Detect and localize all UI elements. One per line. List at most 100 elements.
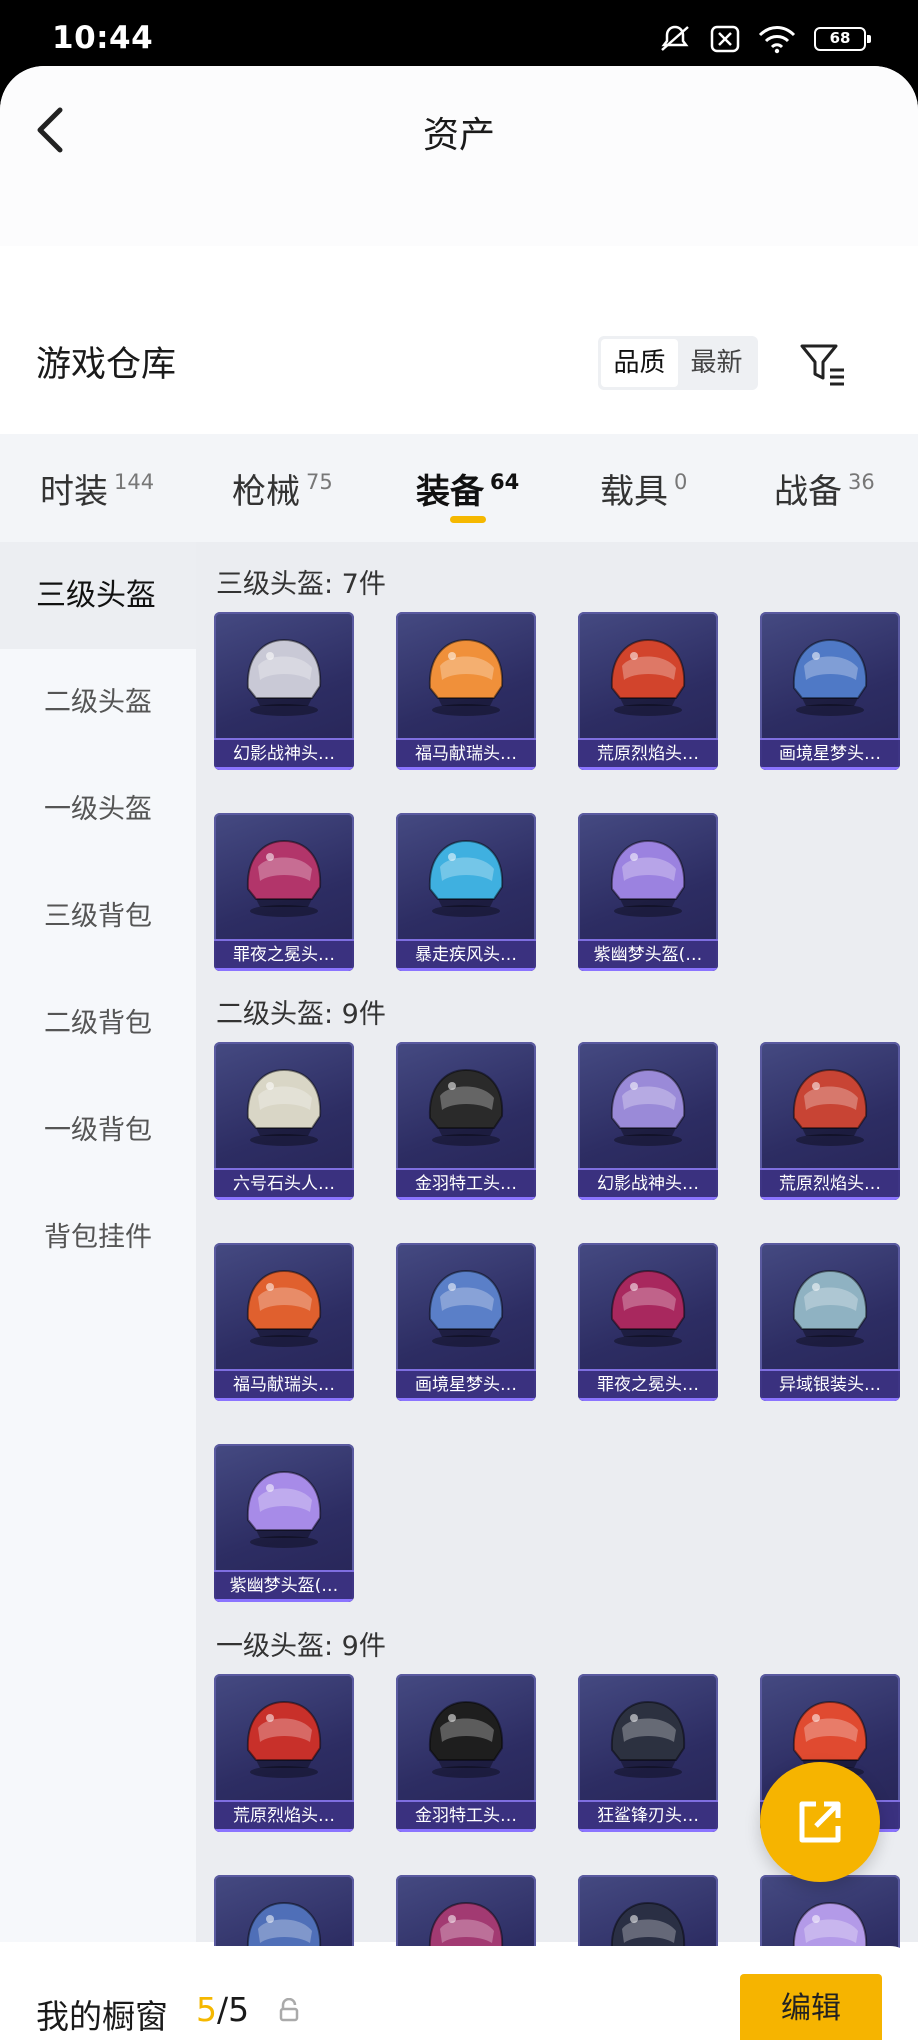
helmet-icon: [428, 1269, 504, 1347]
status-time: 10:44: [52, 20, 154, 56]
showcase-total: /5: [217, 1990, 250, 2029]
sort-newest-button[interactable]: 最新: [678, 339, 755, 387]
item-name: 荒原烈焰头…: [597, 744, 699, 764]
tab-label: 装备: [416, 472, 484, 512]
item-card[interactable]: 异域银装头…: [760, 1243, 900, 1401]
helmet-icon: [428, 1700, 504, 1778]
item-card[interactable]: 幻影战神头…: [578, 1042, 718, 1200]
item-name: 罪夜之冕头…: [597, 1375, 699, 1395]
section-title: 三级头盔: 7件: [216, 569, 386, 600]
item-card[interactable]: 罪夜之冕头…: [214, 813, 354, 971]
helmet-icon: [428, 1068, 504, 1146]
showcase-label: 我的橱窗: [36, 1997, 168, 2036]
helmet-icon: [246, 1269, 322, 1347]
tab-label: 战备: [774, 472, 842, 512]
showcase-count: 5/5: [196, 1990, 249, 2029]
item-card[interactable]: 金羽特工头…: [396, 1042, 536, 1200]
item-name: 画境星梦头…: [779, 744, 881, 764]
battery-level: 68: [829, 29, 851, 47]
item-card[interactable]: 金羽特工头…: [396, 1674, 536, 1832]
item-card[interactable]: 荒原烈焰头…: [578, 612, 718, 770]
tab-equipment[interactable]: 装备 64: [416, 464, 519, 513]
section-title: 二级头盔: 9件: [216, 999, 386, 1030]
row-spacer: [214, 1401, 900, 1444]
lock-icon: [279, 1998, 299, 2022]
item-content: 三级头盔: 7件 幻影战神头… 福马献瑞头… 荒原烈焰头… 画境星梦头… 罪夜之冕头… 暴…: [196, 542, 918, 2033]
helmet-icon: [246, 638, 322, 716]
helmet-icon: [792, 1068, 868, 1146]
sidebar-item-level3-backpack[interactable]: 三级背包: [0, 863, 196, 970]
showcase-used: 5: [196, 1990, 217, 2029]
tab-count: 36: [848, 470, 875, 494]
item-card[interactable]: 福马献瑞头…: [396, 612, 536, 770]
helmet-icon: [428, 638, 504, 716]
item-card[interactable]: 荒原烈焰头…: [760, 1042, 900, 1200]
tab-label: 枪械: [232, 472, 300, 512]
item-card[interactable]: 福马献瑞头…: [214, 1243, 354, 1401]
tab-label: 时装: [40, 472, 108, 512]
item-card[interactable]: 紫幽梦头盔(…: [214, 1444, 354, 1602]
sidebar-item-level1-backpack[interactable]: 一级背包: [0, 1077, 196, 1184]
helmet-icon: [610, 839, 686, 917]
item-card[interactable]: 幻影战神头…: [214, 612, 354, 770]
item-grid: 六号石头人… 金羽特工头… 幻影战神头… 荒原烈焰头… 福马献瑞头… 画境星梦头… 罪夜之冕…: [214, 1042, 900, 1602]
item-card[interactable]: 狂鲨锋刃头…: [578, 1674, 718, 1832]
item-name: 狂鲨锋刃头…: [597, 1806, 699, 1826]
sidebar-item-level2-backpack[interactable]: 二级背包: [0, 970, 196, 1077]
item-grid: 幻影战神头… 福马献瑞头… 荒原烈焰头… 画境星梦头… 罪夜之冕头… 暴走疾风头… 紫幽梦头…: [214, 612, 900, 971]
sidebar: 三级头盔 二级头盔 一级头盔 三级背包 二级背包 一级背包 背包挂件: [0, 542, 196, 1942]
app-screen: 资产 游戏仓库 品质 最新 时装 144 枪械 75 装备 64 载具 0 战备 36 三…: [0, 66, 918, 2040]
sidebar-item-level3-helmet[interactable]: 三级头盔: [0, 542, 196, 649]
edit-button[interactable]: 编辑: [740, 1974, 882, 2040]
item-name: 暴走疾风头…: [415, 945, 517, 965]
item-name: 罪夜之冕头…: [233, 945, 335, 965]
tab-count: 0: [674, 470, 688, 494]
helmet-icon: [792, 638, 868, 716]
warehouse-title: 游戏仓库: [36, 345, 177, 385]
showcase-footer: 我的橱窗 5/5 编辑: [0, 1946, 918, 2040]
item-name: 福马献瑞头…: [233, 1375, 335, 1395]
share-icon: [799, 1801, 841, 1843]
item-name: 荒原烈焰头…: [233, 1806, 335, 1826]
tab-firearms[interactable]: 枪械 75: [232, 464, 333, 513]
helmet-icon: [246, 1068, 322, 1146]
active-tab-indicator: [450, 516, 486, 523]
item-card[interactable]: 荒原烈焰头…: [214, 1674, 354, 1832]
status-icons: 68: [658, 24, 871, 54]
sort-quality-button[interactable]: 品质: [601, 339, 678, 387]
helmet-icon: [610, 638, 686, 716]
item-card[interactable]: 紫幽梦头盔(…: [578, 813, 718, 971]
item-card[interactable]: 六号石头人…: [214, 1042, 354, 1200]
sidebar-item-level1-helmet[interactable]: 一级头盔: [0, 756, 196, 863]
helmet-icon: [246, 1700, 322, 1778]
status-bar: 10:44 68: [0, 0, 918, 70]
item-card[interactable]: 画境星梦头…: [760, 612, 900, 770]
page-title: 资产: [422, 115, 495, 156]
sidebar-item-backpack-pendant[interactable]: 背包挂件: [0, 1184, 196, 1291]
item-name: 金羽特工头…: [415, 1806, 517, 1826]
item-name: 异域银装头…: [779, 1375, 881, 1395]
item-name: 六号石头人…: [233, 1174, 335, 1194]
item-card[interactable]: 罪夜之冕头…: [578, 1243, 718, 1401]
item-name: 福马献瑞头…: [415, 744, 517, 764]
tab-vehicles[interactable]: 载具 0: [600, 464, 687, 513]
helmet-icon: [246, 1470, 322, 1548]
filter-icon[interactable]: [798, 340, 848, 390]
warehouse-row: 游戏仓库 品质 最新: [0, 316, 918, 434]
helmet-icon: [246, 839, 322, 917]
wifi-icon: [758, 26, 796, 54]
item-name: 紫幽梦头盔(…: [229, 1576, 339, 1596]
sidebar-item-level2-helmet[interactable]: 二级头盔: [0, 649, 196, 756]
category-tabs: 时装 144 枪械 75 装备 64 载具 0 战备 36: [0, 434, 918, 542]
helmet-icon: [428, 839, 504, 917]
no-sim-icon: [710, 25, 740, 53]
header: 资产: [0, 66, 918, 246]
tab-count: 75: [306, 470, 333, 494]
item-card[interactable]: 暴走疾风头…: [396, 813, 536, 971]
tab-supplies[interactable]: 战备 36: [774, 464, 875, 513]
share-button[interactable]: [760, 1762, 880, 1882]
helmet-icon: [610, 1068, 686, 1146]
tab-fashion[interactable]: 时装 144: [40, 464, 154, 513]
item-card[interactable]: 画境星梦头…: [396, 1243, 536, 1401]
helmet-icon: [610, 1700, 686, 1778]
